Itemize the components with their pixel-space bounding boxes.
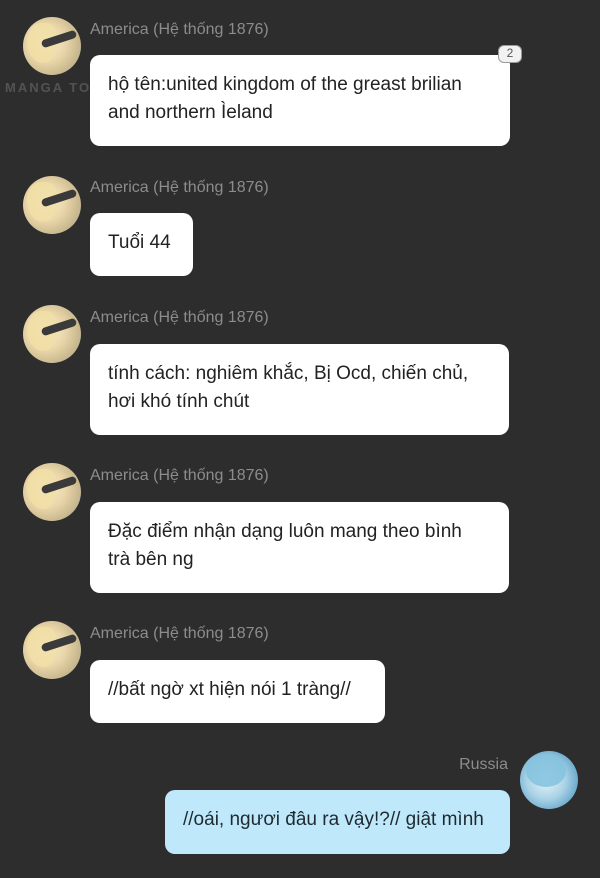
avatar-america[interactable] [23, 176, 81, 234]
sender-name: Russia [459, 756, 508, 773]
sender-name: America (Hệ thống 1876) [90, 21, 269, 38]
message-bubble[interactable]: //oái, ngươi đâu ra vậy!?// giật mình [165, 790, 510, 854]
message-bubble[interactable]: Đặc điểm nhận dạng luôn mang theo bình t… [90, 502, 509, 593]
message-line: //oái, ngươi đâu ra vậy!?// giật mình [183, 809, 484, 830]
avatar-america[interactable] [23, 463, 81, 521]
sender-name: America (Hệ thống 1876) [90, 179, 269, 196]
message-bubble[interactable]: hộ tên:united kingdom of the greast bril… [90, 45, 522, 146]
message-line: hơi khó tính chút [108, 391, 250, 412]
avatar-russia[interactable] [520, 751, 578, 809]
sender-name: America (Hệ thống 1876) [90, 467, 269, 484]
sender-name: America (Hệ thống 1876) [90, 625, 269, 642]
message-line: hộ tên:united kingdom of the greast bril… [108, 74, 462, 95]
sender-name: America (Hệ thống 1876) [90, 309, 269, 326]
message-bubble[interactable]: Tuổi 44 [90, 213, 193, 276]
avatar-america[interactable] [23, 621, 81, 679]
message-line: //bất ngờ xt hiện nói 1 tràng// [108, 679, 351, 700]
message-line: tính cách: nghiêm khắc, Bị Ocd, chiến ch… [108, 363, 469, 384]
avatar-america[interactable] [23, 17, 81, 75]
message-bubble[interactable]: tính cách: nghiêm khắc, Bị Ocd, chiến ch… [90, 344, 509, 435]
message-line: trà bên ng [108, 549, 194, 570]
message-bubble[interactable]: //bất ngờ xt hiện nói 1 tràng// [90, 660, 385, 723]
message-line: and northern Ìeland [108, 102, 273, 123]
avatar-america[interactable] [23, 305, 81, 363]
count-badge: 2 [498, 45, 522, 63]
chat-thread: MANGA TOON America (Hệ thống 1876) hộ tê… [0, 0, 600, 878]
message-line: Tuổi 44 [108, 232, 171, 253]
message-line: Đặc điểm nhận dạng luôn mang theo bình [108, 521, 462, 542]
